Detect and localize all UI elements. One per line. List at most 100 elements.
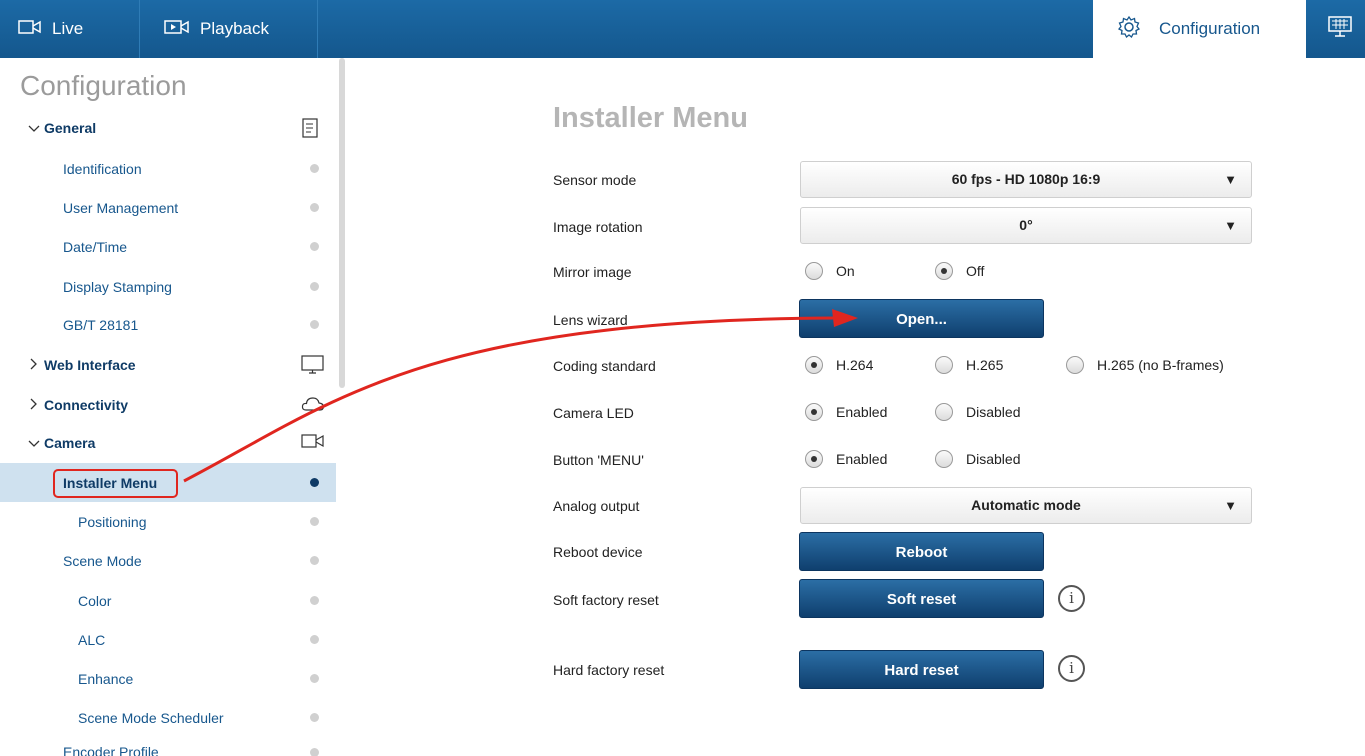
radio-circle-selected bbox=[805, 356, 823, 374]
radio-label: Disabled bbox=[966, 451, 1021, 467]
camera-led-disabled-radio[interactable]: Disabled bbox=[935, 403, 1020, 421]
mirror-image-label: Mirror image bbox=[553, 264, 632, 280]
top-nav-bar: Live Playback Configuration bbox=[0, 0, 1365, 58]
status-dot bbox=[310, 203, 319, 212]
cloud-icon bbox=[301, 395, 325, 415]
sidebar-item-encoder-profile[interactable]: Encoder Profile bbox=[0, 736, 336, 756]
sidebar-item-identification[interactable]: Identification bbox=[0, 149, 336, 188]
chevron-right-icon bbox=[30, 397, 38, 413]
chevron-down-icon bbox=[28, 435, 40, 451]
radio-circle bbox=[935, 450, 953, 468]
chevron-down-icon bbox=[28, 120, 40, 136]
mirror-image-off-radio[interactable]: Off bbox=[935, 262, 984, 280]
radio-label: Off bbox=[966, 263, 985, 279]
analog-output-label: Analog output bbox=[553, 498, 640, 514]
coding-h265-no-b-frames-radio[interactable]: H.265 (no B-frames) bbox=[1066, 356, 1224, 374]
image-rotation-value: 0° bbox=[1019, 217, 1033, 233]
sidebar-group-web-interface[interactable]: Web Interface bbox=[0, 345, 336, 384]
sidebar-item-label: Color bbox=[78, 592, 112, 609]
sidebar-item-color[interactable]: Color bbox=[0, 581, 336, 620]
coding-h264-radio[interactable]: H.264 bbox=[805, 356, 873, 374]
dropdown-arrow-icon: ▼ bbox=[1224, 172, 1237, 187]
radio-label: Enabled bbox=[836, 451, 888, 467]
document-list-icon bbox=[301, 117, 323, 138]
status-dot bbox=[310, 556, 319, 565]
sidebar-item-label: User Management bbox=[63, 199, 179, 216]
button-menu-disabled-radio[interactable]: Disabled bbox=[935, 450, 1020, 468]
reboot-button[interactable]: Reboot bbox=[799, 532, 1044, 571]
sidebar-item-label: Scene Mode bbox=[63, 552, 142, 569]
sidebar-item-gbt-28181[interactable]: GB/T 28181 bbox=[0, 305, 336, 344]
hard-factory-reset-label: Hard factory reset bbox=[553, 662, 665, 678]
sidebar-item-user-management[interactable]: User Management bbox=[0, 188, 336, 227]
tab-configuration-label: Configuration bbox=[1159, 19, 1261, 38]
status-dot bbox=[310, 282, 319, 291]
sidebar-group-camera[interactable]: Camera bbox=[0, 423, 336, 462]
hard-reset-button[interactable]: Hard reset bbox=[799, 650, 1044, 689]
info-icon[interactable]: i bbox=[1058, 585, 1085, 612]
radio-label: On bbox=[836, 263, 855, 279]
radio-circle bbox=[935, 356, 953, 374]
sidebar-item-label: ALC bbox=[78, 631, 106, 648]
radio-circle-selected bbox=[805, 403, 823, 421]
tab-monitor[interactable] bbox=[1306, 0, 1365, 58]
radio-circle bbox=[805, 262, 823, 280]
sidebar-item-label: Encoder Profile bbox=[63, 744, 159, 756]
analog-output-value: Automatic mode bbox=[971, 497, 1081, 513]
sidebar-group-connectivity[interactable]: Connectivity bbox=[0, 385, 336, 424]
chevron-right-icon bbox=[30, 357, 38, 373]
soft-reset-button[interactable]: Soft reset bbox=[799, 579, 1044, 618]
sidebar-scrollbar[interactable] bbox=[336, 58, 348, 756]
sensor-mode-select[interactable]: 60 fps - HD 1080p 16:9 ▼ bbox=[800, 161, 1252, 198]
sidebar-item-alc[interactable]: ALC bbox=[0, 620, 336, 659]
sidebar-title: Configuration bbox=[20, 70, 187, 101]
sidebar-item-label: GB/T 28181 bbox=[63, 316, 139, 333]
sidebar-item-date-time[interactable]: Date/Time bbox=[0, 227, 336, 266]
analog-output-select[interactable]: Automatic mode ▼ bbox=[800, 487, 1252, 524]
sensor-mode-value: 60 fps - HD 1080p 16:9 bbox=[951, 171, 1101, 187]
coding-h265-radio[interactable]: H.265 bbox=[935, 356, 1003, 374]
sidebar-item-display-stamping[interactable]: Display Stamping bbox=[0, 267, 336, 306]
status-dot bbox=[310, 748, 319, 756]
tab-playback[interactable]: Playback bbox=[140, 0, 318, 58]
sidebar-group-label: Web Interface bbox=[44, 356, 136, 373]
sidebar-group-label: General bbox=[44, 119, 97, 136]
info-icon[interactable]: i bbox=[1058, 655, 1085, 682]
reboot-device-label: Reboot device bbox=[553, 544, 643, 560]
sidebar-group-general[interactable]: General bbox=[0, 108, 336, 147]
lens-wizard-open-button[interactable]: Open... bbox=[799, 299, 1044, 338]
tab-playback-label: Playback bbox=[200, 19, 269, 38]
image-rotation-select[interactable]: 0° ▼ bbox=[800, 207, 1252, 244]
radio-label: H.264 bbox=[836, 357, 874, 373]
status-dot bbox=[310, 517, 319, 526]
button-menu-label: Button 'MENU' bbox=[553, 452, 644, 468]
radio-label: H.265 (no B-frames) bbox=[1097, 357, 1224, 373]
radio-label: Disabled bbox=[966, 404, 1021, 420]
scrollbar-thumb[interactable] bbox=[339, 58, 345, 388]
sidebar-item-enhance[interactable]: Enhance bbox=[0, 659, 336, 698]
sidebar-item-scene-mode-scheduler[interactable]: Scene Mode Scheduler bbox=[0, 698, 336, 737]
sidebar-group-label: Camera bbox=[44, 434, 96, 451]
sidebar-item-label: Positioning bbox=[78, 513, 147, 530]
camera-led-enabled-radio[interactable]: Enabled bbox=[805, 403, 887, 421]
sidebar-item-positioning[interactable]: Positioning bbox=[0, 502, 336, 541]
radio-circle-selected bbox=[805, 450, 823, 468]
status-dot bbox=[310, 674, 319, 683]
tab-live[interactable]: Live bbox=[0, 0, 140, 58]
sidebar-item-scene-mode[interactable]: Scene Mode bbox=[0, 541, 336, 580]
tab-configuration[interactable]: Configuration bbox=[1093, 0, 1306, 58]
status-dot bbox=[310, 635, 319, 644]
status-dot bbox=[310, 713, 319, 722]
sidebar-group-label: Connectivity bbox=[44, 396, 129, 413]
annotation-highlight-box bbox=[53, 469, 178, 498]
radio-label: Enabled bbox=[836, 404, 888, 420]
status-dot bbox=[310, 164, 319, 173]
radio-label: H.265 bbox=[966, 357, 1004, 373]
mirror-image-on-radio[interactable]: On bbox=[805, 262, 855, 280]
sidebar-item-label: Display Stamping bbox=[63, 278, 172, 295]
video-camera-icon bbox=[18, 19, 42, 40]
dropdown-arrow-icon: ▼ bbox=[1224, 218, 1237, 233]
radio-circle-selected bbox=[935, 262, 953, 280]
sidebar-item-label: Scene Mode Scheduler bbox=[78, 709, 224, 726]
button-menu-enabled-radio[interactable]: Enabled bbox=[805, 450, 887, 468]
